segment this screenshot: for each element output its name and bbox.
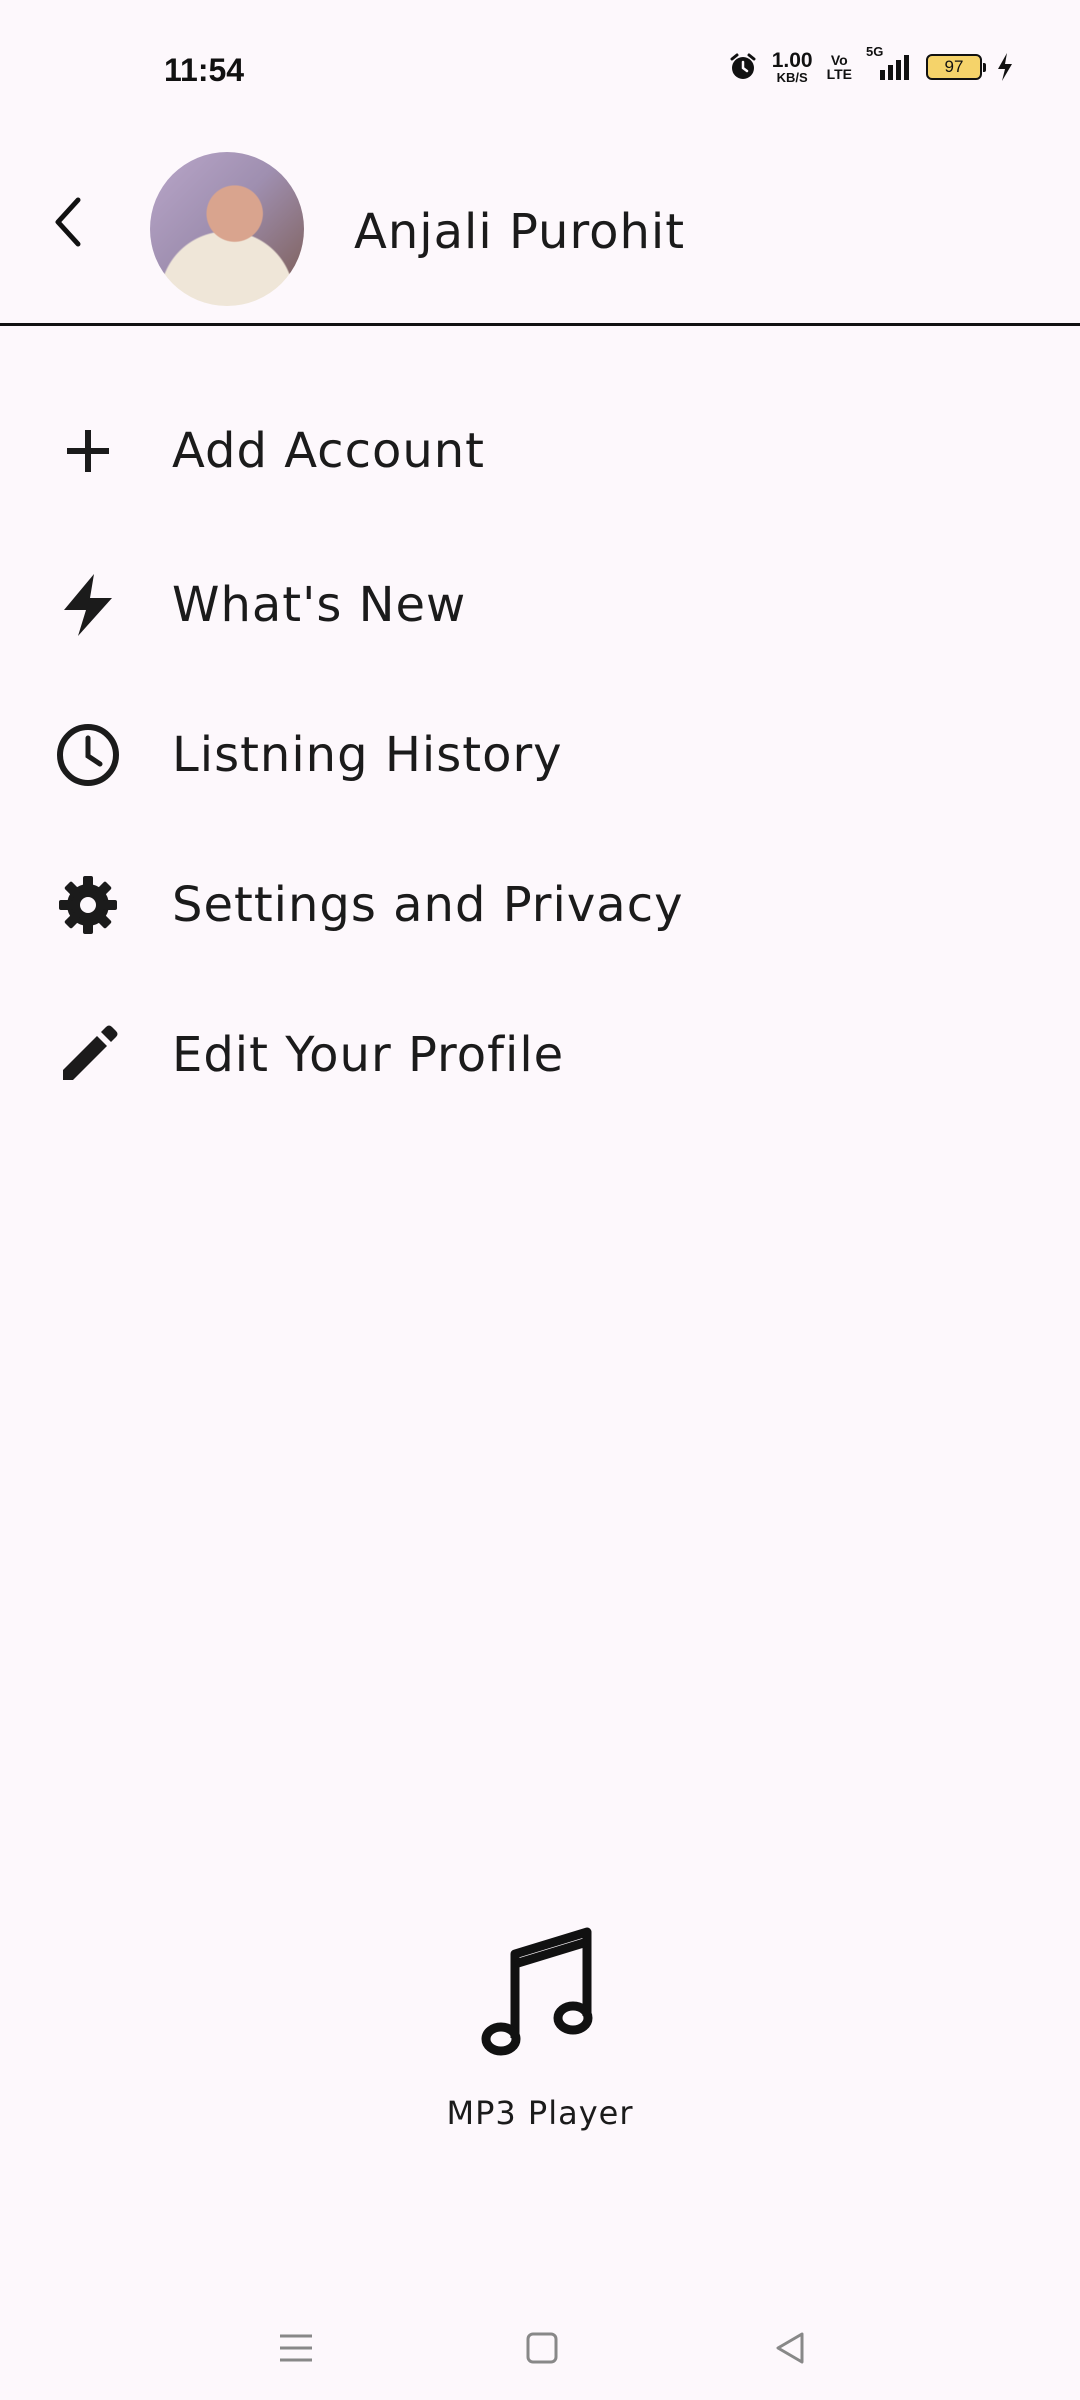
- battery-icon: 97: [926, 54, 986, 80]
- volte-top: Vo: [830, 52, 848, 68]
- signal-icon: 5G: [866, 44, 912, 82]
- net-speed: 1.00 KB/S: [772, 50, 813, 84]
- menu-item-label: Listning History: [172, 727, 563, 783]
- menu-item-settings-privacy[interactable]: Settings and Privacy: [52, 860, 683, 950]
- user-name: Anjali Purohit: [354, 204, 686, 260]
- network-type: 5G: [866, 44, 884, 59]
- menu-icon: [276, 2330, 316, 2370]
- plus-icon: [52, 415, 124, 487]
- recent-apps-button[interactable]: [266, 2320, 326, 2380]
- back-button[interactable]: [40, 196, 96, 252]
- volte-bottom: LTE: [826, 66, 852, 82]
- profile-header: Anjali Purohit: [0, 140, 1080, 326]
- chevron-left-icon: [48, 194, 88, 254]
- lightning-icon: [52, 569, 124, 641]
- back-nav-button[interactable]: [760, 2320, 820, 2380]
- menu-item-label: What's New: [172, 577, 467, 633]
- system-nav-bar: [0, 2300, 1080, 2400]
- volte-indicator: Vo LTE: [827, 53, 852, 81]
- status-bar: 11:54 1.00 KB/S Vo LTE 5G 97: [0, 0, 1080, 140]
- alarm-icon: [728, 52, 758, 82]
- music-note-icon: [475, 1920, 605, 2064]
- menu-item-label: Settings and Privacy: [172, 877, 684, 933]
- net-speed-unit: KB/S: [776, 70, 808, 85]
- back-triangle-icon: [770, 2328, 810, 2372]
- charging-icon: [996, 52, 1014, 82]
- app-name: MP3 Player: [446, 2094, 634, 2132]
- menu-item-add-account[interactable]: Add Account: [52, 406, 485, 496]
- pencil-icon: [52, 1019, 124, 1091]
- status-icons: 1.00 KB/S Vo LTE 5G 97: [728, 44, 1014, 84]
- home-button[interactable]: [512, 2320, 572, 2380]
- net-speed-value: 1.00: [771, 49, 813, 72]
- gear-icon: [52, 869, 124, 941]
- status-time: 11:54: [164, 52, 245, 88]
- battery-level: 97: [944, 57, 964, 76]
- app-branding: MP3 Player: [0, 1920, 1080, 2132]
- menu-item-listening-history[interactable]: Listning History: [52, 710, 563, 800]
- avatar[interactable]: [150, 152, 304, 306]
- home-icon: [522, 2328, 562, 2372]
- menu-item-whats-new[interactable]: What's New: [52, 560, 466, 650]
- menu-item-label: Edit Your Profile: [172, 1027, 565, 1083]
- menu-item-edit-profile[interactable]: Edit Your Profile: [52, 1010, 564, 1100]
- menu-item-label: Add Account: [172, 423, 485, 479]
- clock-icon: [52, 719, 124, 791]
